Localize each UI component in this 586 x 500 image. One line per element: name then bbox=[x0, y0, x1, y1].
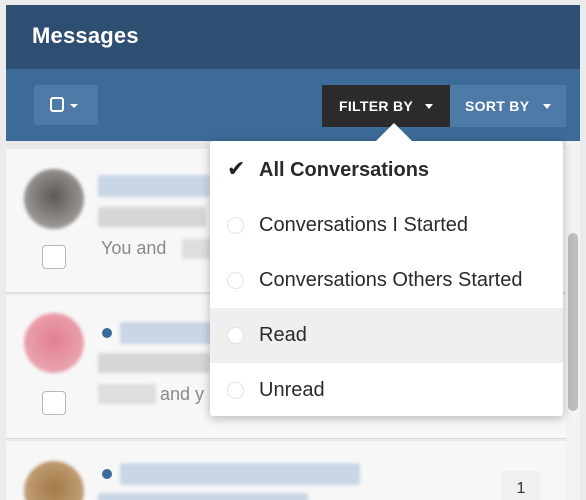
message-count-badge: 1 bbox=[502, 471, 540, 500]
participants-snippet: and y bbox=[160, 384, 205, 404]
caret-down-icon bbox=[70, 104, 78, 108]
checkmark-icon: ✔ bbox=[227, 156, 246, 181]
header: Messages bbox=[6, 5, 580, 69]
messages-panel: Messages FILTER BY SORT BY You and and y… bbox=[6, 5, 580, 500]
avatar bbox=[24, 461, 84, 500]
sort-by-label: SORT BY bbox=[465, 98, 530, 114]
filter-by-label: FILTER BY bbox=[339, 98, 413, 114]
participants-snippet: You and bbox=[101, 238, 167, 258]
sort-by-button[interactable]: SORT BY bbox=[450, 85, 566, 127]
conversation-row[interactable]: 1 bbox=[6, 441, 580, 500]
filter-option-conversations-i-started[interactable]: Conversations I Started bbox=[210, 198, 563, 253]
radio-icon bbox=[227, 327, 244, 344]
subject-redacted bbox=[98, 207, 206, 227]
filter-option-label: All Conversations bbox=[259, 159, 430, 181]
dropdown-pointer bbox=[376, 123, 412, 141]
caret-down-icon bbox=[543, 104, 551, 109]
filter-dropdown-menu: ✔ All Conversations Conversations I Star… bbox=[210, 123, 563, 418]
filter-by-button[interactable]: FILTER BY bbox=[322, 85, 450, 127]
filter-option-conversations-others-started[interactable]: Conversations Others Started bbox=[210, 253, 563, 308]
filter-option-all-conversations[interactable]: ✔ All Conversations bbox=[210, 143, 563, 198]
filter-option-label: Conversations Others Started bbox=[259, 269, 523, 291]
checkbox-icon bbox=[50, 97, 64, 112]
participants-redacted bbox=[98, 384, 156, 404]
row-checkbox[interactable] bbox=[42, 391, 66, 415]
subject-redacted bbox=[98, 353, 210, 373]
radio-icon bbox=[227, 382, 244, 399]
filter-option-label: Read bbox=[259, 324, 307, 346]
filter-option-label: Conversations I Started bbox=[259, 214, 468, 236]
unread-dot-icon bbox=[102, 469, 112, 479]
caret-down-icon bbox=[425, 104, 433, 109]
select-all-dropdown-button[interactable] bbox=[34, 85, 98, 125]
filter-option-label: Unread bbox=[259, 379, 325, 401]
sender-name-redacted bbox=[120, 322, 212, 344]
filter-option-unread[interactable]: Unread bbox=[210, 363, 563, 418]
filter-option-read[interactable]: Read bbox=[210, 308, 563, 363]
scrollbar-thumb[interactable] bbox=[568, 233, 578, 411]
subject-redacted bbox=[98, 493, 308, 500]
page-title: Messages bbox=[32, 23, 139, 48]
avatar bbox=[24, 313, 84, 373]
avatar bbox=[24, 169, 84, 229]
sender-name-redacted bbox=[98, 175, 210, 197]
unread-dot-icon bbox=[102, 328, 112, 338]
row-checkbox[interactable] bbox=[42, 245, 66, 269]
sender-name-redacted bbox=[120, 463, 360, 485]
toolbar: FILTER BY SORT BY bbox=[6, 69, 580, 141]
radio-icon bbox=[227, 272, 244, 289]
participants-redacted bbox=[182, 239, 212, 259]
radio-icon bbox=[227, 217, 244, 234]
